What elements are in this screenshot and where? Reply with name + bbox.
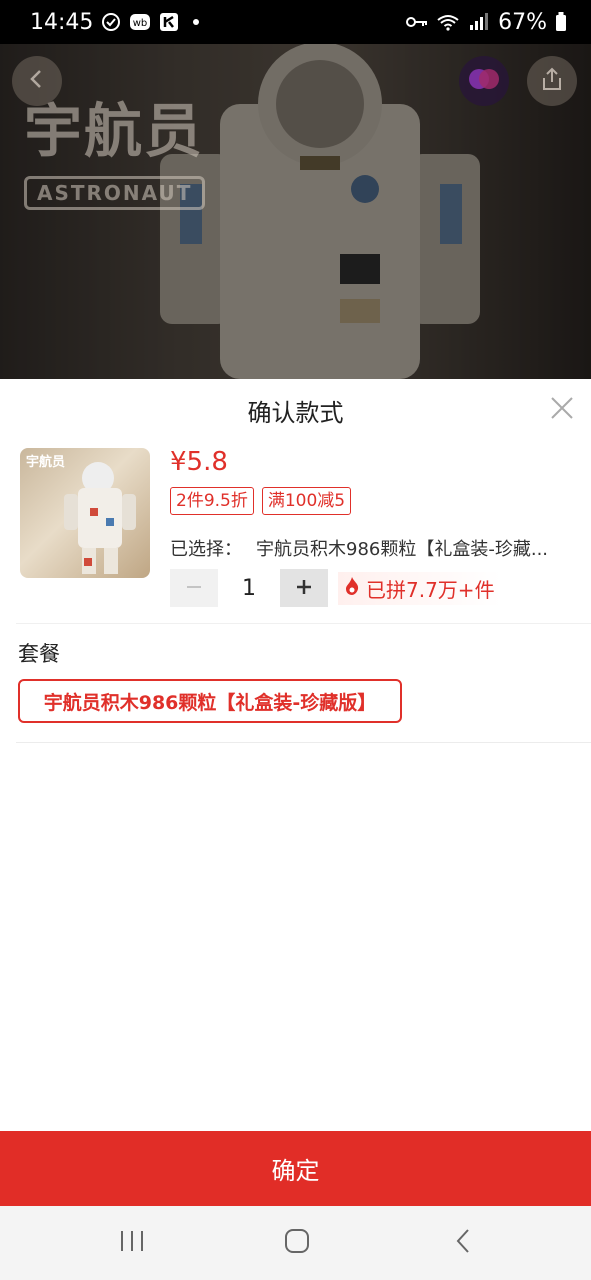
weibo-icon: wb <box>129 12 151 32</box>
app-icon <box>159 12 179 32</box>
sold-count-badge: 已拼7.7万+件 <box>338 571 501 605</box>
check-circle-icon <box>101 12 121 32</box>
system-nav-bar <box>0 1206 591 1280</box>
hero-brand-logo: 宇航员 ASTRONAUT <box>24 84 206 210</box>
home-icon <box>284 1228 310 1258</box>
promo-tags: 2件9.5折 满100减5 <box>170 487 352 515</box>
wifi-icon <box>436 12 460 32</box>
promo-tag: 2件9.5折 <box>170 487 254 515</box>
key-icon <box>406 15 428 29</box>
product-hero-image: 宇航员 ASTRONAUT <box>0 44 591 379</box>
notification-dot-icon <box>193 19 200 25</box>
increase-button[interactable] <box>280 569 328 607</box>
divider <box>16 623 591 624</box>
share-button[interactable] <box>527 56 577 106</box>
decrease-button[interactable] <box>170 569 218 607</box>
selected-summary: 已选择： 宇航员积木986颗粒【礼盒装-珍藏... <box>170 535 570 561</box>
quantity-stepper: 1 已拼7.7万+件 <box>170 569 501 607</box>
recent-apps-button[interactable] <box>112 1226 152 1260</box>
sheet-title: 确认款式 <box>247 399 344 427</box>
home-button[interactable] <box>277 1226 317 1260</box>
thumbnail-astronaut-image <box>64 462 136 574</box>
status-time: 14:45 <box>30 9 94 35</box>
promo-tag: 满100减5 <box>261 487 352 515</box>
brand-circles-icon <box>467 68 501 94</box>
divider <box>16 742 591 743</box>
battery-icon <box>555 12 567 32</box>
minus-icon <box>185 573 203 603</box>
package-option-selected[interactable]: 宇航员积木986颗粒【礼盒装-珍藏版】 <box>18 679 402 723</box>
package-section-label: 套餐 <box>18 642 60 666</box>
share-icon <box>539 66 565 96</box>
back-icon <box>453 1228 473 1258</box>
close-icon <box>549 397 575 425</box>
confirm-button[interactable]: 确定 <box>0 1131 591 1206</box>
confirm-style-sheet: 确认款式 宇航员 ¥5.8 2件9.5折 满100减5 已选择： 宇航员积木986… <box>0 379 591 1131</box>
brand-circle-button[interactable] <box>459 56 509 106</box>
product-thumbnail: 宇航员 <box>20 448 150 578</box>
battery-percent: 67% <box>498 9 547 35</box>
svg-text:wb: wb <box>133 18 148 29</box>
quantity-value[interactable]: 1 <box>218 576 280 601</box>
hero-logo-en: ASTRONAUT <box>24 176 206 210</box>
sold-count-text: 已拼7.7万+件 <box>366 577 495 602</box>
close-button[interactable] <box>549 395 575 421</box>
recent-apps-icon <box>119 1229 145 1257</box>
selected-value: 宇航员积木986颗粒【礼盒装-珍藏... <box>256 539 549 560</box>
signal-icon <box>468 12 490 32</box>
status-bar: 14:45 wb 67% <box>0 0 591 44</box>
flame-icon <box>344 576 360 601</box>
back-nav-button[interactable] <box>443 1226 483 1260</box>
chevron-left-icon <box>25 67 49 95</box>
product-price: ¥5.8 <box>170 447 228 477</box>
selected-label: 已选择： <box>170 539 242 560</box>
back-button[interactable] <box>12 56 62 106</box>
plus-icon <box>295 573 313 603</box>
